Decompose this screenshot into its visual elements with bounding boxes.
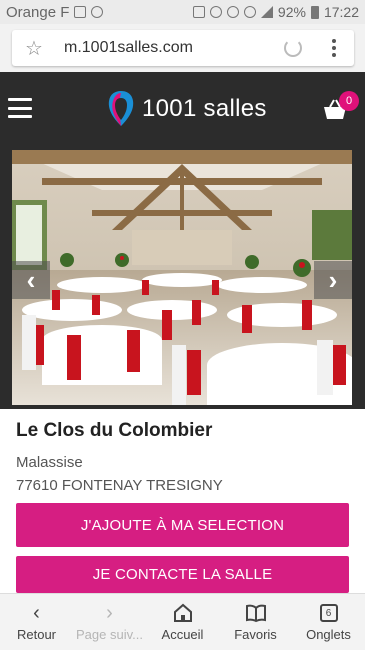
venue-address-line1: Malassise: [16, 454, 83, 471]
battery-icon: [310, 5, 319, 19]
back-button[interactable]: ‹ Retour: [0, 594, 73, 650]
reception-hall-image: [12, 150, 352, 405]
signal-icon: [260, 6, 273, 18]
alarm-icon: [226, 6, 239, 18]
logo-drop-icon: [108, 91, 134, 126]
favorites-button[interactable]: Favoris: [219, 594, 292, 650]
clock: 17:22: [323, 4, 359, 20]
site-logo[interactable]: 1001 salles: [107, 90, 267, 128]
tabs-label: Onglets: [306, 627, 351, 642]
gallery-next-button[interactable]: ›: [314, 261, 352, 299]
back-arrow-icon: ‹: [33, 602, 40, 624]
status-bar: Orange F 92% 17:22: [0, 0, 365, 24]
favorites-label: Favoris: [234, 627, 277, 642]
battery-percent: 92%: [277, 4, 306, 20]
cart-count-badge: 0: [339, 91, 359, 111]
home-icon: [173, 603, 192, 622]
contact-venue-button[interactable]: JE CONTACTE LA SALLE: [16, 556, 349, 593]
tabs-button[interactable]: 6 Onglets: [292, 594, 365, 650]
bookmarks-book-icon: [245, 604, 266, 623]
photo-gallery: ‹ ›: [0, 146, 365, 409]
venue-address-line2: 77610 FONTENAY TRESIGNY: [16, 477, 223, 494]
browser-menu-icon[interactable]: [324, 39, 344, 57]
home-button[interactable]: Accueil: [146, 594, 219, 650]
home-label: Accueil: [161, 627, 204, 642]
browser-toolbar: ☆ m.1001salles.com: [0, 24, 365, 72]
carrier-label: Orange F: [6, 3, 70, 21]
bookmark-star-icon[interactable]: ☆: [18, 36, 50, 61]
reload-icon[interactable]: [284, 39, 302, 57]
forward-button[interactable]: › Page suiv...: [73, 594, 146, 650]
wifi-icon: [243, 6, 256, 18]
nfc-icon: [192, 6, 205, 18]
gallery-prev-button[interactable]: ‹: [12, 261, 50, 299]
forward-arrow-icon: ›: [106, 602, 113, 624]
browser-bottom-nav: ‹ Retour › Page suiv... Accueil Favoris …: [0, 593, 365, 650]
site-header: 1001 salles: [0, 72, 365, 146]
forward-label: Page suiv...: [76, 627, 143, 642]
url-text[interactable]: m.1001salles.com: [64, 39, 193, 57]
notification-icon: [91, 6, 104, 18]
image-notification-icon: [74, 6, 87, 18]
mute-icon: [209, 6, 222, 18]
add-to-selection-button[interactable]: J'AJOUTE À MA SELECTION: [16, 503, 349, 547]
chevron-right-icon: ›: [328, 264, 338, 295]
back-label: Retour: [16, 627, 57, 642]
tabs-count-icon: 6: [319, 604, 338, 622]
address-bar[interactable]: ☆ m.1001salles.com: [12, 30, 354, 66]
venue-name: Le Clos du Colombier: [16, 420, 213, 441]
venue-photo: [12, 150, 352, 405]
hamburger-menu-icon[interactable]: [8, 98, 32, 118]
logo-text: 1001 salles: [142, 95, 267, 122]
chevron-left-icon: ‹: [26, 264, 36, 295]
